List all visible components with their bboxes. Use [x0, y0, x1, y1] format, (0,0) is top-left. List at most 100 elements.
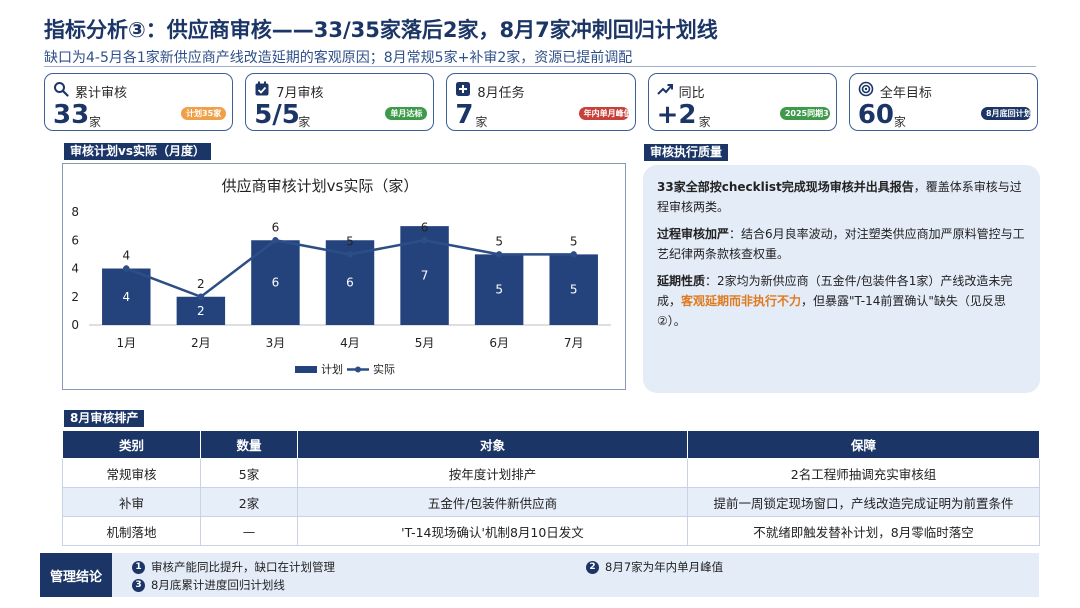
bar-data-label: 2	[197, 304, 205, 318]
bar-data-label: 6	[346, 276, 354, 290]
kpi-label: 全年目标	[879, 86, 932, 101]
quality-point-1-bold: 33家全部按checklist完成现场审核并出具报告	[657, 180, 914, 194]
table-cell: 机制落地	[62, 516, 201, 546]
table-row: 机制落地 — 'T-14现场确认'机制8月10日发文 不就绪即触发替补计划，8月…	[62, 516, 1040, 546]
kpi-label: 累计审核	[75, 86, 128, 101]
kpi-label: 7月审核	[276, 86, 324, 101]
conclusion-item-1: 1 审核产能同比提升，缺口在计划管理	[132, 559, 335, 575]
target-icon	[858, 81, 874, 97]
kpi-label: 同比	[678, 86, 705, 101]
table-row: 补审 2家 五金件/包装件新供应商 提前一周锁定现场窗口，产线改造完成证明为前置…	[62, 487, 1040, 517]
page-subtitle: 缺口为4-5月各1家新供应商产线改造延期的客观原因；8月常规5家+补审2家，资源…	[44, 50, 633, 66]
x-tick-label: 5月	[415, 336, 435, 350]
table-cell: 提前一周锁定现场窗口，产线改造完成证明为前置条件	[687, 487, 1040, 517]
number-badge-icon: 3	[132, 578, 145, 592]
x-tick-label: 6月	[489, 336, 509, 350]
conclusion-tag: 管理结论	[40, 553, 112, 597]
bar-data-label: 6	[272, 276, 280, 290]
conclusion-bar: 管理结论 1 审核产能同比提升，缺口在计划管理 2 8月7家为年内单月峰值 3 …	[40, 553, 1039, 597]
kpi-card-annual: 全年目标 60 家 8月底回计划	[848, 73, 1039, 131]
x-tick-label: 4月	[340, 336, 360, 350]
table-header: 类别	[62, 430, 201, 459]
quality-point-3: 延期性质：2家均为新供应商（五金件/包装件各1家）产线改造未完成，客观延期而非执…	[657, 271, 1026, 331]
y-tick-label: 6	[71, 233, 79, 247]
x-tick-label: 7月	[564, 336, 584, 350]
legend-bar-swatch	[295, 366, 317, 373]
table-section-tag: 8月审核排产	[64, 410, 145, 427]
line-data-label: 5	[495, 234, 503, 248]
table-header: 数量	[200, 430, 298, 459]
kpi-badge: 2025同期31	[779, 107, 830, 120]
kpi-badge: 年内单月峰值	[578, 107, 629, 120]
number-badge-icon: 1	[132, 560, 145, 574]
legend-label: 实际	[373, 362, 395, 376]
bar-data-label: 5	[570, 283, 578, 297]
audit-chart: 供应商审核计划vs实际（家） 0 2 4 6 8 4 2 6 6 7 5 5 1月 2月 3月 4月 5月 6月 7月…	[71, 177, 611, 376]
conclusion-item-3: 3 8月底累计进度回归计划线	[132, 577, 285, 593]
conclusion-text: 8月底累计进度回归计划线	[151, 578, 285, 592]
kpi-value: +2	[656, 100, 697, 130]
kpi-value: 5/5	[254, 100, 300, 130]
kpi-badge: 8月底回计划	[981, 107, 1032, 120]
legend-label: 计划	[321, 363, 343, 376]
kpi-value: 7	[455, 100, 474, 130]
calendar-check-icon	[254, 81, 270, 97]
kpi-unit: 家	[893, 115, 906, 129]
table-header: 保障	[687, 430, 1040, 459]
search-icon	[53, 81, 69, 97]
quality-point-2-bold: 过程审核加严	[657, 227, 730, 241]
plus-square-icon	[455, 81, 471, 97]
x-tick-label: 2月	[191, 336, 211, 350]
kpi-row: 累计审核 33 家 计划35家 7月审核 5/5 家 单月达标 8月任务 7 家…	[44, 73, 1039, 131]
kpi-card-cumulative: 累计审核 33 家 计划35家	[44, 73, 234, 131]
quality-point-3-highlight: 客观延期而非执行不力	[681, 294, 802, 308]
bar-data-label: 7	[421, 269, 429, 283]
chart-title: 供应商审核计划vs实际（家）	[222, 177, 419, 195]
table-cell: 按年度计划排产	[297, 458, 688, 488]
kpi-card-july: 7月审核 5/5 家 单月达标	[245, 73, 435, 131]
line-point	[123, 265, 130, 272]
kpi-label: 8月任务	[477, 86, 525, 101]
line-point	[570, 251, 577, 258]
kpi-unit: 家	[298, 115, 311, 129]
line-point	[346, 251, 354, 258]
kpi-unit: 家	[698, 115, 711, 129]
quality-point-2: 过程审核加严：结合6月良率波动，对注塑类供应商加严原料管控与工艺纪律两条款核查权…	[657, 224, 1026, 264]
table-cell: 5家	[200, 458, 298, 488]
conclusion-item-2: 2 8月7家为年内单月峰值	[586, 559, 723, 575]
line-data-label: 5	[346, 234, 354, 248]
table-cell: 五金件/包装件新供应商	[297, 487, 688, 517]
line-data-label: 2	[197, 277, 205, 291]
y-tick-label: 0	[71, 318, 79, 332]
table-cell: 2家	[200, 487, 298, 517]
conclusion-text: 审核产能同比提升，缺口在计划管理	[151, 560, 335, 574]
chart-container: 供应商审核计划vs实际（家） 0 2 4 6 8 4 2 6 6 7 5 5 1月 2月 3月 4月 5月 6月 7月…	[62, 163, 626, 390]
quality-point-3-bold: 延期性质	[657, 274, 706, 288]
table-cell: —	[200, 516, 298, 546]
quality-point-1: 33家全部按checklist完成现场审核并出具报告，覆盖体系审核与过程审核两类…	[657, 177, 1026, 217]
line-data-label: 6	[421, 220, 429, 234]
table-header-row: 类别 数量 对象 保障	[62, 430, 1040, 459]
table-cell: 不就绪即触发替补计划，8月零临时落空	[687, 516, 1040, 546]
line-data-label: 4	[122, 249, 130, 263]
bar-data-label: 4	[122, 290, 130, 304]
number-badge-icon: 2	[586, 560, 599, 574]
table-row: 常规审核 5家 按年度计划排产 2名工程师抽调充实审核组	[62, 458, 1040, 488]
conclusion-text: 8月7家为年内单月峰值	[605, 560, 724, 574]
table-cell: 2名工程师抽调充实审核组	[687, 458, 1040, 488]
x-tick-label: 1月	[116, 336, 136, 350]
line-data-label: 6	[272, 220, 280, 234]
table-cell: 常规审核	[62, 458, 201, 488]
y-tick-label: 2	[71, 290, 79, 304]
kpi-value: 33	[53, 100, 90, 130]
line-point	[272, 237, 279, 244]
y-tick-label: 8	[71, 205, 79, 219]
trend-up-icon	[656, 81, 673, 97]
bar-data-label: 5	[495, 283, 503, 297]
table-header: 对象	[297, 430, 688, 459]
title-divider	[44, 66, 1036, 67]
y-tick-label: 4	[71, 262, 79, 276]
line-point	[421, 237, 428, 244]
kpi-badge: 单月达标	[385, 107, 428, 120]
kpi-value: 60	[857, 100, 894, 130]
